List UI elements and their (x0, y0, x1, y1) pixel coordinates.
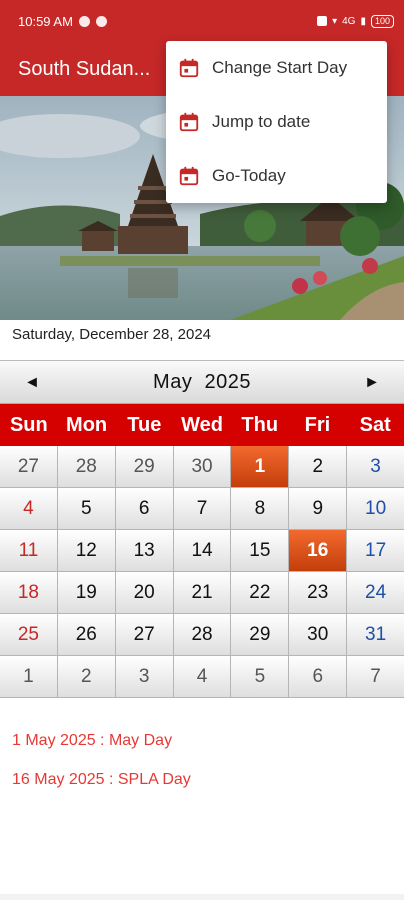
day-cell-holiday[interactable]: 16 (289, 530, 348, 572)
day-cell[interactable]: 29 (115, 446, 174, 488)
day-cell[interactable]: 27 (0, 446, 58, 488)
calendar-icon (179, 166, 199, 186)
current-date: Saturday, December 28, 2024 (12, 326, 212, 343)
battery-icon: 100 (370, 14, 394, 28)
calendar-icon (179, 112, 199, 132)
week-row: 4 5 6 7 8 9 10 (0, 488, 404, 530)
holiday-list: 1 May 2025 : May Day 16 May 2025 : SPLA … (12, 732, 191, 810)
day-cell[interactable]: 3 (347, 446, 404, 488)
month-year-title: May 2025 (0, 371, 404, 394)
screen: 10:59 AM ▾ 4G ▮ 100 South Sudan... Satur… (0, 0, 404, 900)
day-cell[interactable]: 18 (0, 572, 58, 614)
holiday-item[interactable]: 1 May 2025 : May Day (12, 732, 191, 771)
day-cell[interactable]: 14 (173, 530, 232, 572)
menu-item-label: Jump to date (212, 112, 311, 131)
week-row: 1 2 3 4 5 6 7 (0, 656, 404, 698)
day-cell[interactable]: 31 (347, 614, 404, 656)
menu-item-go-today[interactable]: Go-Today (166, 149, 387, 203)
day-cell[interactable]: 24 (347, 572, 404, 614)
week-row: 27 28 29 30 1 2 3 (0, 446, 404, 488)
network-label: 4G (342, 15, 356, 27)
day-cell[interactable]: 28 (173, 614, 232, 656)
day-cell[interactable]: 30 (289, 614, 348, 656)
weekday-fri: Fri (304, 413, 331, 436)
day-cell[interactable]: 7 (347, 656, 404, 698)
day-cell[interactable]: 8 (231, 488, 290, 530)
month-label: May (153, 370, 193, 393)
day-cell[interactable]: 17 (347, 530, 404, 572)
status-bar: 10:59 AM ▾ 4G ▮ 100 (0, 0, 404, 42)
weekday-wed: Wed (181, 413, 223, 436)
holiday-item[interactable]: 16 May 2025 : SPLA Day (12, 771, 191, 810)
day-cell[interactable]: 5 (57, 488, 116, 530)
year-label: 2025 (204, 370, 251, 393)
weekday-mon: Mon (66, 413, 108, 436)
day-cell[interactable]: 27 (115, 614, 174, 656)
day-cell[interactable]: 7 (173, 488, 232, 530)
day-cell[interactable]: 1 (0, 656, 58, 698)
weekday-header: Sun Mon Tue Wed Thu Fri Sat (0, 404, 404, 446)
notification-icon (78, 15, 90, 27)
day-cell[interactable]: 2 (289, 446, 348, 488)
day-cell[interactable]: 28 (57, 446, 116, 488)
day-cell[interactable]: 30 (173, 446, 232, 488)
day-cell[interactable]: 11 (0, 530, 58, 572)
day-cell[interactable]: 10 (347, 488, 404, 530)
day-cell[interactable]: 23 (289, 572, 348, 614)
day-cell[interactable]: 9 (289, 488, 348, 530)
day-cell[interactable]: 4 (173, 656, 232, 698)
nfc-icon (317, 16, 328, 26)
signal-icon: ▮ (360, 15, 366, 27)
menu-item-jump-to-date[interactable]: Jump to date (166, 95, 387, 149)
day-cell[interactable]: 12 (57, 530, 116, 572)
weekday-tue: Tue (127, 413, 162, 436)
month-navigation: ◄ May 2025 ► (0, 360, 404, 404)
menu-item-change-start-day[interactable]: Change Start Day (166, 41, 387, 95)
day-cell-holiday[interactable]: 1 (231, 446, 290, 488)
week-row: 25 26 27 28 29 30 31 (0, 614, 404, 656)
day-cell[interactable]: 15 (231, 530, 290, 572)
weekday-thu: Thu (241, 413, 279, 436)
day-cell[interactable]: 5 (231, 656, 290, 698)
status-time: 10:59 AM (18, 13, 73, 29)
weekday-sun: Sun (9, 413, 48, 436)
menu-item-label: Change Start Day (212, 58, 348, 77)
week-row: 11 12 13 14 15 16 17 (0, 530, 404, 572)
day-cell[interactable]: 13 (115, 530, 174, 572)
day-cell[interactable]: 3 (115, 656, 174, 698)
day-cell[interactable]: 4 (0, 488, 58, 530)
weekday-sat: Sat (359, 413, 391, 436)
wifi-icon: ▾ (332, 15, 338, 27)
menu-item-label: Go-Today (212, 166, 286, 185)
day-cell[interactable]: 6 (289, 656, 348, 698)
day-cell[interactable]: 6 (115, 488, 174, 530)
next-month-button[interactable]: ► (350, 361, 394, 405)
bottom-navigation-bar (0, 894, 404, 900)
day-cell[interactable]: 25 (0, 614, 58, 656)
app-title: South Sudan... (18, 57, 151, 80)
day-cell[interactable]: 20 (115, 572, 174, 614)
calendar: ◄ May 2025 ► Sun Mon Tue Wed Thu Fri Sat… (0, 360, 404, 698)
day-cell[interactable]: 22 (231, 572, 290, 614)
day-cell[interactable]: 21 (173, 572, 232, 614)
previous-month-button[interactable]: ◄ (10, 361, 54, 405)
calendar-icon (179, 58, 199, 78)
day-cell[interactable]: 2 (57, 656, 116, 698)
day-cell[interactable]: 29 (231, 614, 290, 656)
day-cell[interactable]: 26 (57, 614, 116, 656)
overflow-popup-menu: Change Start Day Jump to date Go-Today (166, 41, 387, 203)
week-row: 18 19 20 21 22 23 24 (0, 572, 404, 614)
vpn-icon (95, 15, 107, 27)
day-cell[interactable]: 19 (57, 572, 116, 614)
